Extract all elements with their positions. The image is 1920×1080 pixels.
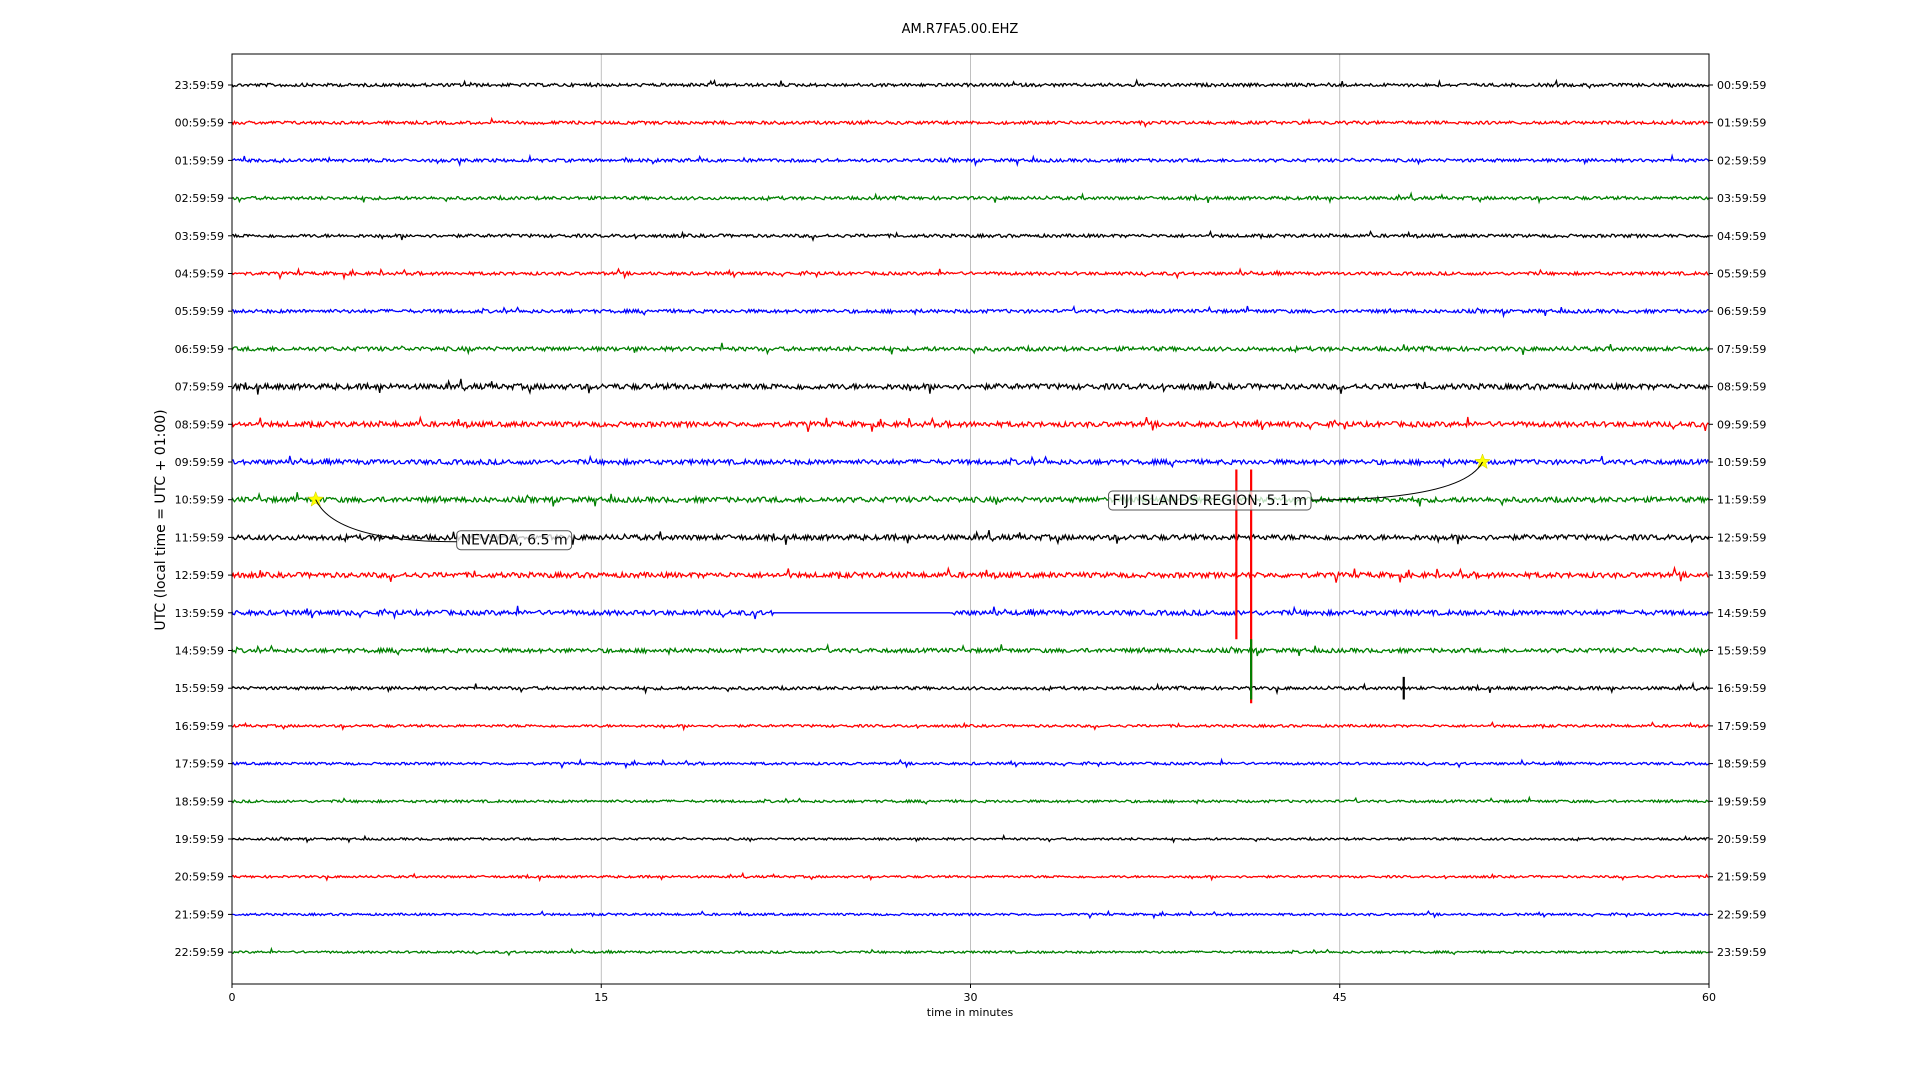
row-label-right: 09:59:59: [1717, 418, 1766, 431]
vertical-grid: [600, 54, 1341, 984]
row-label-left: 05:59:59: [175, 305, 224, 318]
row-label-left: 16:59:59: [175, 720, 224, 733]
row-label-left: 19:59:59: [175, 833, 224, 846]
row-label-left: 10:59:59: [175, 494, 224, 507]
row-label-right: 17:59:59: [1717, 720, 1766, 733]
row-label-left: 01:59:59: [175, 154, 224, 167]
row-label-left: 23:59:59: [175, 79, 224, 92]
row-label-right: 01:59:59: [1717, 117, 1766, 130]
row-label-right: 04:59:59: [1717, 230, 1766, 243]
row-label-left: 17:59:59: [175, 758, 224, 771]
row-label-right: 21:59:59: [1717, 871, 1766, 884]
row-label-left: 07:59:59: [175, 381, 224, 394]
event-label: FIJI ISLANDS REGION, 5.1 m: [1113, 493, 1308, 509]
event-star: [1474, 453, 1491, 470]
row-label-right: 06:59:59: [1717, 305, 1766, 318]
event-annotation: NEVADA, 6.5 m: [456, 530, 573, 551]
row-label-left: 14:59:59: [175, 645, 224, 658]
row-label-left: 00:59:59: [175, 117, 224, 130]
y-axis-label: UTC (local time = UTC + 01:00): [153, 409, 169, 630]
row-label-right: 11:59:59: [1717, 494, 1766, 507]
row-label-right: 16:59:59: [1717, 682, 1766, 695]
x-tick-label: 30: [964, 991, 978, 1004]
row-label-right: 19:59:59: [1717, 795, 1766, 808]
event-label: NEVADA, 6.5 m: [461, 533, 568, 549]
row-label-left: 15:59:59: [175, 682, 224, 695]
row-label-left: 11:59:59: [175, 531, 224, 544]
chart-title: AM.R7FA5.00.EHZ: [902, 22, 1019, 37]
row-label-right: 14:59:59: [1717, 607, 1766, 620]
row-label-left: 13:59:59: [175, 607, 224, 620]
row-label-left: 09:59:59: [175, 456, 224, 469]
row-label-left: 04:59:59: [175, 268, 224, 281]
row-label-left: 20:59:59: [175, 871, 224, 884]
row-label-right: 22:59:59: [1717, 908, 1766, 921]
row-label-right: 07:59:59: [1717, 343, 1766, 356]
x-tick-label: 15: [594, 991, 608, 1004]
row-label-right: 20:59:59: [1717, 833, 1766, 846]
row-label-left: 06:59:59: [175, 343, 224, 356]
row-label-left: 21:59:59: [175, 908, 224, 921]
row-label-right: 15:59:59: [1717, 645, 1766, 658]
event-annotation: FIJI ISLANDS REGION, 5.1 m: [1108, 490, 1312, 511]
row-label-left: 03:59:59: [175, 230, 224, 243]
x-tick-label: 45: [1333, 991, 1347, 1004]
row-label-left: 18:59:59: [175, 795, 224, 808]
row-label-right: 12:59:59: [1717, 531, 1766, 544]
row-label-left: 12:59:59: [175, 569, 224, 582]
row-label-right: 08:59:59: [1717, 381, 1766, 394]
row-label-left: 08:59:59: [175, 418, 224, 431]
row-label-right: 02:59:59: [1717, 154, 1766, 167]
event-connector: [1311, 461, 1483, 501]
row-label-right: 10:59:59: [1717, 456, 1766, 469]
event-star: [307, 491, 324, 507]
row-label-left: 22:59:59: [175, 946, 224, 959]
row-label-right: 05:59:59: [1717, 268, 1766, 281]
x-tick-label: 60: [1702, 991, 1716, 1004]
helicorder-chart: AM.R7FA5.00.EHZ NEVADA, 6.5 m FIJI ISLAND…: [153, 22, 1766, 1019]
row-label-right: 03:59:59: [1717, 192, 1766, 205]
row-label-left: 02:59:59: [175, 192, 224, 205]
row-label-right: 23:59:59: [1717, 946, 1766, 959]
x-axis-label: time in minutes: [927, 1006, 1014, 1019]
row-label-right: 13:59:59: [1717, 569, 1766, 582]
row-label-right: 18:59:59: [1717, 758, 1766, 771]
row-label-right: 00:59:59: [1717, 79, 1766, 92]
x-tick-label: 0: [229, 991, 236, 1004]
